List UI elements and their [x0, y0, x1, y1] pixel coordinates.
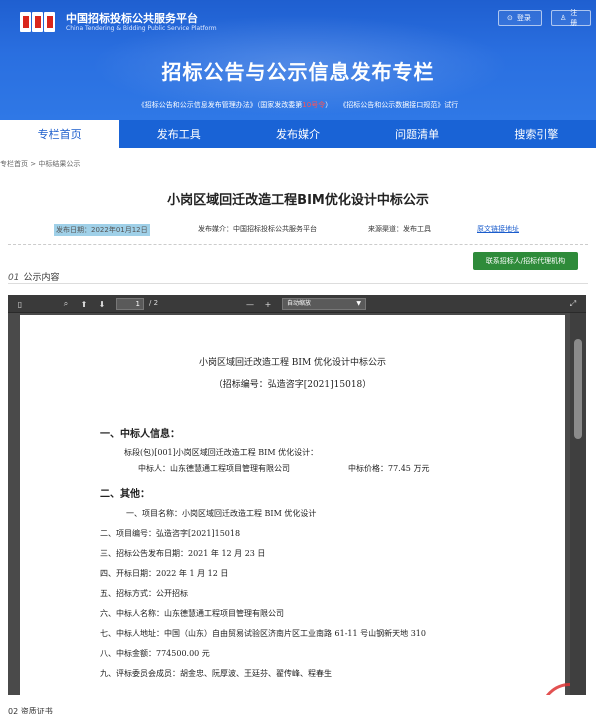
- pdf-item: 八、中标金额：774500.00 元: [100, 649, 210, 658]
- brand-name: 中国招标投标公共服务平台: [66, 12, 198, 25]
- nav-tab-home[interactable]: 专栏首页: [0, 120, 120, 148]
- register-button[interactable]: ♙ 注册: [551, 9, 591, 27]
- main-nav: 专栏首页 发布工具 发布媒介 问题清单 搜索引擎: [0, 120, 596, 148]
- section-divider: [8, 283, 588, 284]
- pdf-page: 小岗区域回迁改造工程 BIM 优化设计中标公示 （招标编号：弘造咨字[2021]…: [20, 315, 586, 695]
- pdf-item: 四、开标日期：2022 年 1 月 12 日: [100, 569, 229, 578]
- nav-tab-media[interactable]: 发布媒介: [238, 120, 357, 148]
- zoom-select[interactable]: 自动缩放 ▼: [282, 298, 366, 310]
- page-number-input[interactable]: 1: [116, 298, 144, 310]
- sidebar-toggle-icon[interactable]: ▯: [14, 298, 26, 310]
- user-icon: ⊙: [507, 14, 513, 22]
- pdf-item: 六、中标人名称：山东德慧通工程项目管理有限公司: [100, 609, 284, 618]
- pdf-item: 二、项目编号：弘造咨字[2021]15018: [100, 529, 241, 538]
- pdf-winner: 中标人：山东德慧通工程项目管理有限公司: [138, 464, 290, 473]
- publish-media: 发布媒介：中国招标投标公共服务平台: [198, 225, 317, 233]
- section-heading-content: 01 公示内容: [8, 270, 59, 283]
- platform-logo[interactable]: [20, 8, 56, 36]
- login-label: 登录: [516, 14, 531, 22]
- page-banner-title: 招标公告与公示信息发布专栏: [161, 60, 435, 84]
- nav-tab-search[interactable]: 搜索引擎: [477, 120, 596, 148]
- scroll-thumb[interactable]: [574, 339, 582, 439]
- zoom-out-button[interactable]: —: [244, 298, 256, 310]
- chevron-down-icon: ▼: [356, 300, 361, 307]
- source-channel: 来源渠道：发布工具: [368, 225, 431, 233]
- page-total: / 2: [149, 299, 159, 307]
- brand-name-english: China Tendering & Bidding Public Service…: [66, 25, 217, 32]
- register-label: 注册: [570, 9, 578, 27]
- pdf-heading-other: 二、其他：: [100, 489, 150, 500]
- nav-tab-publish-tools[interactable]: 发布工具: [119, 120, 238, 148]
- section-label: 公示内容: [23, 273, 60, 283]
- next-section-heading: 02 资质证书: [8, 707, 53, 714]
- breadcrumb[interactable]: 专栏首页 > 中标结果公示: [0, 159, 80, 169]
- pdf-price: 中标价格：77.45 万元: [348, 464, 430, 473]
- next-page-icon[interactable]: ⬇: [96, 298, 108, 310]
- person-icon: ♙: [560, 14, 567, 22]
- pdf-item: 九、评标委员会成员：胡金忠、阮厚波、王廷芬、翟传峰、程春生: [100, 669, 332, 678]
- pdf-scrollbar[interactable]: [570, 313, 586, 695]
- fullscreen-icon[interactable]: ⤢: [566, 298, 580, 310]
- pdf-item: 五、招标方式：公开招标: [100, 589, 188, 598]
- nav-tab-faq[interactable]: 问题清单: [358, 120, 477, 148]
- zoom-value: 自动缩放: [287, 300, 312, 307]
- publish-date: 发布日期：2022年01月12日: [54, 224, 150, 236]
- search-icon[interactable]: ⌕: [60, 298, 72, 310]
- notice-title: 小岗区域回迁改造工程BIM优化设计中标公示: [167, 193, 429, 208]
- regulation-order-number: 10号令: [302, 101, 326, 109]
- pdf-viewer[interactable]: ▯ ⌕ ⬆ ⬇ 1 / 2 — + 自动缩放 ▼ ⤢ 小岗区域回迁改造工程 BI…: [8, 295, 586, 695]
- zoom-in-button[interactable]: +: [262, 298, 274, 310]
- regulation-link-a[interactable]: 《招标公告和公示信息发布管理办法》（国家发改委第: [138, 101, 303, 109]
- pdf-item: 一、项目名称：小岗区域回迁改造工程 BIM 优化设计: [126, 509, 317, 518]
- pdf-heading-winner-info: 一、中标人信息：: [100, 429, 180, 440]
- original-link[interactable]: 原文链接地址: [477, 224, 519, 234]
- pdf-tender-code: （招标编号：弘造咨字[2021]15018）: [213, 380, 372, 390]
- pdf-item: 三、招标公告发布日期：2021 年 12 月 23 日: [100, 549, 266, 558]
- regulation-links[interactable]: 《招标公告和公示信息发布管理办法》（国家发改委第10号令） 《招标公告和公示数据…: [0, 100, 596, 110]
- pdf-lot: 标段(包)[001]小岗区域回迁改造工程 BIM 优化设计：: [124, 448, 319, 457]
- previous-page-icon[interactable]: ⬆: [78, 298, 90, 310]
- regulation-link-b[interactable]: ） 《招标公告和公示数据接口规范》试行: [325, 101, 458, 109]
- divider: [8, 244, 588, 245]
- header-banner: 中国招标投标公共服务平台 China Tendering & Bidding P…: [0, 0, 596, 120]
- pdf-title: 小岗区域回迁改造工程 BIM 优化设计中标公示: [198, 358, 387, 368]
- pdf-item: 七、中标人地址：中国（山东）自由贸易试验区济南片区工业南路 61-11 号山钢新…: [100, 629, 426, 638]
- login-button[interactable]: ⊙ 登录: [498, 10, 542, 26]
- pdf-toolbar: ▯ ⌕ ⬆ ⬇ 1 / 2 — + 自动缩放 ▼ ⤢: [8, 295, 586, 313]
- section-number: 01: [8, 273, 20, 283]
- contact-tenderer-button[interactable]: 联系招标人/招标代理机构: [473, 252, 578, 270]
